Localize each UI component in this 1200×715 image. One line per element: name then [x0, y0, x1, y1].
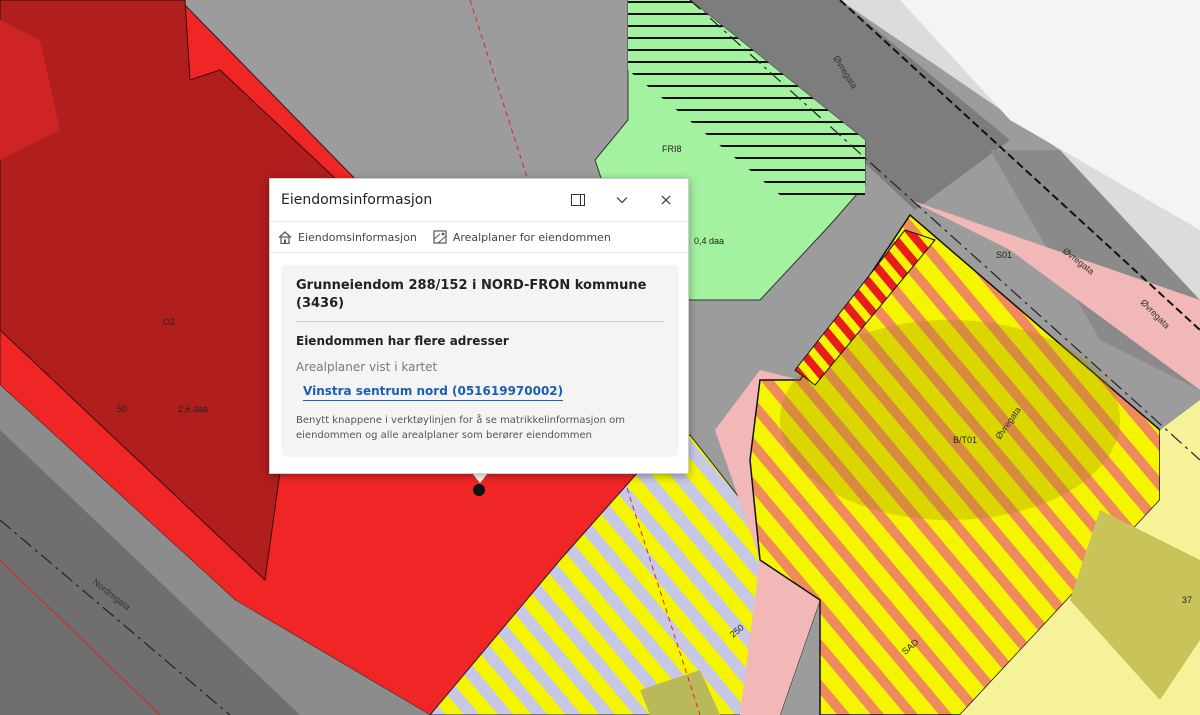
property-info-popup: Eiendomsinformasjon Eiendomsinformasjon …: [269, 178, 689, 474]
popup-toolbar: Eiendomsinformasjon Arealplaner for eien…: [270, 222, 688, 253]
dock-panel-icon: [571, 194, 585, 206]
house-icon: [278, 230, 292, 244]
chevron-down-icon: [616, 197, 628, 204]
label-50: 50: [117, 404, 127, 414]
location-marker: [473, 484, 485, 496]
label-area-o2: 2,6 daa: [178, 404, 208, 414]
help-text: Benytt knappene i verktøylinjen for å se…: [296, 415, 625, 441]
dock-panel-button[interactable]: [567, 189, 589, 211]
tool-property-info[interactable]: Eiendomsinformasjon: [278, 231, 417, 244]
label-bt01: B/T01: [953, 435, 977, 445]
plan-link[interactable]: Vinstra sentrum nord (051619970002): [303, 384, 564, 401]
close-button[interactable]: [655, 189, 677, 211]
label-37: 37: [1182, 595, 1192, 605]
popup-content: Grunneiendom 288/152 i NORD-FRON kommune…: [281, 265, 679, 457]
tool-property-info-label: Eiendomsinformasjon: [298, 230, 417, 244]
collapse-button[interactable]: [611, 189, 633, 211]
address-note: Eiendommen har flere adresser: [296, 334, 509, 348]
tool-area-plans[interactable]: Arealplaner for eiendommen: [433, 230, 611, 244]
label-s01: S01: [996, 250, 1012, 260]
close-icon: [661, 195, 671, 205]
plan-map-icon: [433, 230, 447, 244]
popup-title: Eiendomsinformasjon: [281, 192, 433, 208]
label-area-fri8: 0,4 daa: [694, 236, 724, 246]
label-fri8: FRI8: [662, 144, 682, 154]
popup-header: Eiendomsinformasjon: [270, 179, 688, 222]
label-o2: O2: [163, 317, 175, 327]
property-title: Grunneiendom 288/152 i NORD-FRON kommune…: [296, 277, 664, 322]
tool-area-plans-label: Arealplaner for eiendommen: [452, 230, 611, 244]
popup-pointer: [472, 473, 488, 483]
plans-label: Arealplaner vist i kartet: [296, 360, 438, 374]
